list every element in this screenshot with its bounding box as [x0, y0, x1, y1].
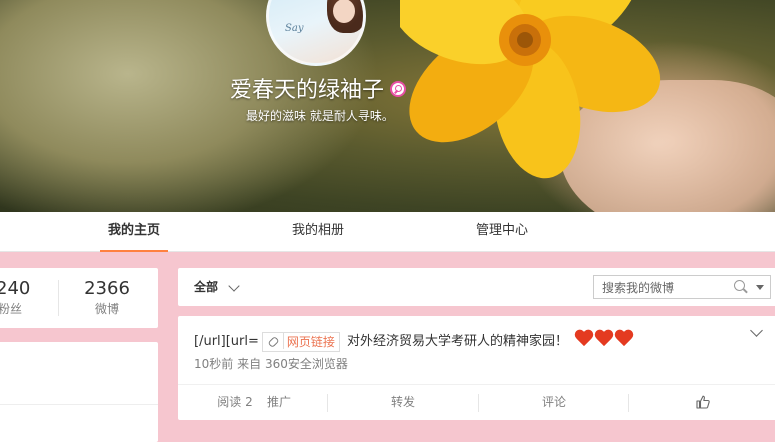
divider — [478, 394, 479, 412]
post-actions: 阅读 2 推广 转发 评论 — [178, 384, 775, 420]
post-time[interactable]: 10秒前 — [194, 357, 233, 371]
avatar-face — [333, 0, 355, 23]
post-text-prefix: [/url][url= — [194, 334, 259, 349]
tab-home[interactable]: 我的主页 — [100, 212, 168, 252]
verified-search-icon[interactable] — [390, 81, 406, 97]
tab-manage[interactable]: 管理中心 — [466, 212, 538, 252]
post-content: [/url][url= 网页链接 对外经济贸易大学考研人的精神家园！ — [194, 329, 634, 354]
posts-label: 微博 — [94, 302, 119, 316]
posts-number: 2366 — [84, 278, 130, 299]
fans-label: 粉丝 — [0, 302, 22, 316]
posts-count[interactable]: 2366 微博 — [82, 278, 132, 318]
link-icon — [265, 332, 284, 349]
divider — [628, 394, 629, 412]
post-text-suffix: 对外经济贸易大学考研人的精神家园！ — [347, 334, 569, 349]
heart-icon — [614, 329, 634, 347]
feed-search-box — [593, 275, 771, 300]
cover-flower-image — [400, 0, 661, 179]
divider — [327, 394, 328, 412]
post-source[interactable]: 360安全浏览器 — [265, 357, 348, 371]
fans-number: 240 — [0, 278, 31, 299]
post-read-count: 阅读 2 — [217, 395, 253, 409]
feed-post: [/url][url= 网页链接 对外经济贸易大学考研人的精神家园！ 10秒前 来… — [178, 316, 775, 420]
heart-icon — [574, 329, 594, 347]
heart-emoji-group — [574, 329, 634, 354]
fans-count[interactable]: 240 粉丝 — [0, 278, 31, 318]
feed-search-input[interactable] — [594, 276, 734, 300]
divider — [58, 280, 59, 316]
profile-motto: 最好的滋味 就是耐人寻味。 — [246, 109, 394, 123]
left-side-card — [0, 342, 158, 442]
post-source-prefix: 来自 — [237, 357, 262, 371]
divider — [0, 404, 158, 405]
repost-button[interactable]: 转发 — [383, 385, 423, 420]
feed-filter-bar: 全部 — [178, 268, 775, 306]
post-meta: 10秒前 来自 360安全浏览器 — [194, 355, 348, 372]
chevron-down-icon[interactable] — [228, 280, 240, 292]
web-link[interactable]: 网页链接 — [261, 331, 340, 352]
like-thumb-icon[interactable] — [696, 395, 710, 409]
promote-button[interactable]: 推广 — [264, 385, 294, 420]
heart-icon — [594, 329, 614, 347]
avatar-text: Say — [285, 23, 304, 34]
filter-all-dropdown[interactable]: 全部 — [194, 268, 218, 306]
search-icon[interactable] — [734, 280, 745, 291]
profile-nickname: 爱春天的绿袖子 — [230, 78, 385, 103]
counts-card: 240 粉丝 2366 微博 — [0, 268, 158, 328]
web-link-label: 网页链接 — [286, 334, 335, 349]
profile-tabs: 我的主页 我的相册 管理中心 — [0, 212, 775, 252]
post-menu-chevron-icon[interactable] — [750, 324, 763, 337]
profile-cover: Say 爱春天的绿袖子 最好的滋味 就是耐人寻味。 — [0, 0, 775, 212]
caret-down-icon[interactable] — [756, 285, 764, 290]
tab-album[interactable]: 我的相册 — [282, 212, 354, 252]
comment-button[interactable]: 评论 — [534, 385, 574, 420]
